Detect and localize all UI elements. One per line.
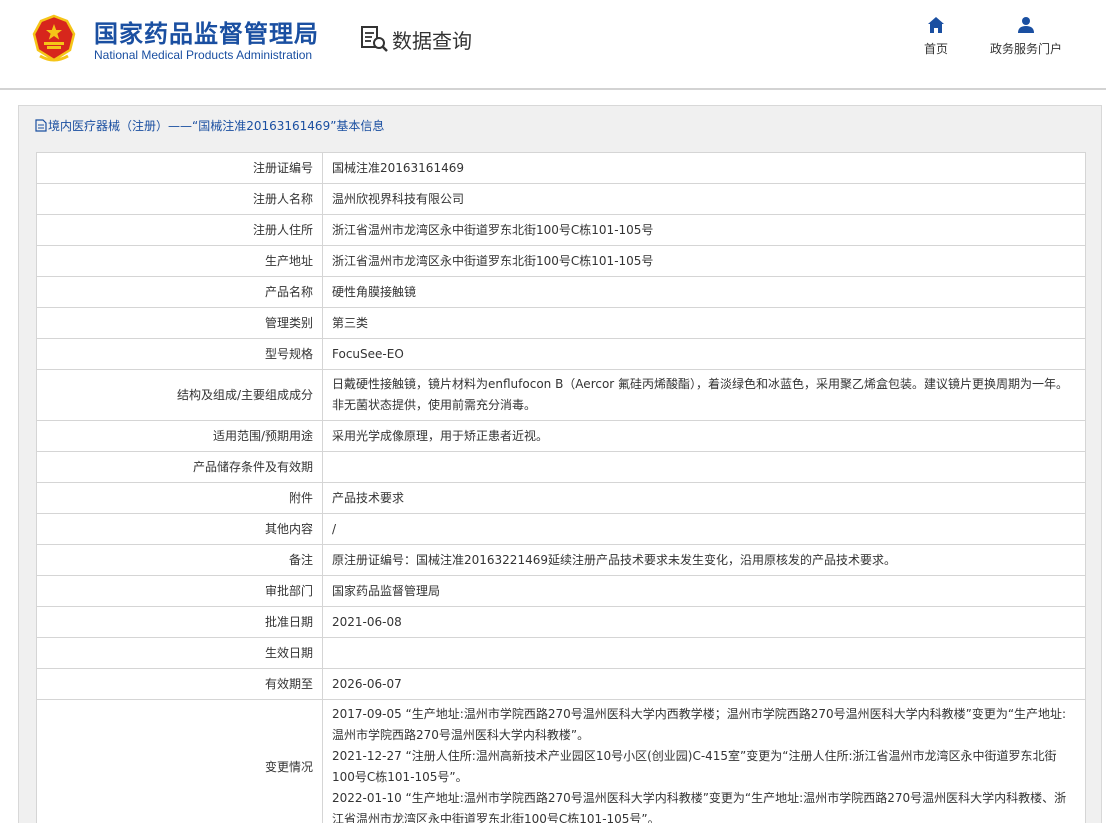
nav-portal-label: 政务服务门户 [989,42,1062,56]
document-icon [35,119,47,132]
row-label: 结构及组成/主要组成成分 [36,369,323,421]
row-value: 采用光学成像原理，用于矫正患者近视。 [322,420,1086,452]
national-emblem-icon [32,14,76,62]
table-row: 结构及组成/主要组成成分 日戴硬性接触镜，镜片材料为enflufocon B（A… [36,369,1086,421]
row-value: 温州欣视界科技有限公司 [322,183,1086,215]
row-label: 审批部门 [36,575,323,607]
document-search-icon [361,26,388,52]
row-label: 其他内容 [36,513,323,545]
row-value [322,637,1086,669]
detail-panel: 境内医疗器械（注册）——“国械注准20163161469”基本信息 注册证编号 … [18,105,1102,823]
row-value: / [322,513,1086,545]
panel-title-text: 境内医疗器械（注册）——“国械注准20163161469”基本信息 [48,119,385,133]
table-row: 批准日期 2021-06-08 [36,606,1086,638]
nav-home[interactable]: 首页 [920,16,952,57]
table-row: 注册人名称 温州欣视界科技有限公司 [36,183,1086,215]
header-divider [0,88,1106,90]
user-icon [1018,17,1034,33]
row-label: 注册人名称 [36,183,323,215]
table-row: 有效期至 2026-06-07 [36,668,1086,700]
row-label: 注册人住所 [36,214,323,246]
row-value [322,451,1086,483]
row-label: 注册证编号 [36,152,323,184]
row-value: 日戴硬性接触镜，镜片材料为enflufocon B（Aercor 氟硅丙烯酸酯）… [322,369,1086,421]
site-title-cn: 国家药品监督管理局 [94,20,319,48]
table-row: 生产地址 浙江省温州市龙湾区永中街道罗东北街100号C栋101-105号 [36,245,1086,277]
table-row: 型号规格 FocuSee-EO [36,338,1086,370]
row-value: 第三类 [322,307,1086,339]
row-value: 原注册证编号：国械注准20163221469延续注册产品技术要求未发生变化，沿用… [322,544,1086,576]
row-label: 产品储存条件及有效期 [36,451,323,483]
row-value: 浙江省温州市龙湾区永中街道罗东北街100号C栋101-105号 [322,214,1086,246]
panel-title: 境内医疗器械（注册）——“国械注准20163161469”基本信息 [35,117,384,134]
table-row: 产品名称 硬性角膜接触镜 [36,276,1086,308]
change-entry: 2017-09-05 “生产地址:温州市学院西路270号温州医科大学内西教学楼；… [332,707,1067,742]
nav-home-label: 首页 [923,42,948,56]
row-label: 附件 [36,482,323,514]
change-entry: 2022-01-10 “生产地址:温州市学院西路270号温州医科大学内科教楼”变… [332,791,1067,823]
row-value: FocuSee-EO [322,338,1086,370]
row-label: 生产地址 [36,245,323,277]
table-row: 变更情况 2017-09-05 “生产地址:温州市学院西路270号温州医科大学内… [36,699,1086,823]
home-icon [928,17,944,33]
registration-info-table: 注册证编号 国械注准20163161469 注册人名称 温州欣视界科技有限公司 … [36,152,1086,823]
site-title-en: National Medical Products Administration [94,48,313,62]
table-row: 适用范围/预期用途 采用光学成像原理，用于矫正患者近视。 [36,420,1086,452]
row-label: 适用范围/预期用途 [36,420,323,452]
data-query-heading: 数据查询 [360,24,472,54]
change-entry: 2021-12-27 “注册人住所:温州高新技术产业园区10号小区(创业园)C-… [332,749,1057,784]
row-value: 产品技术要求 [322,482,1086,514]
row-value: 国械注准20163161469 [322,152,1086,184]
table-row: 注册人住所 浙江省温州市龙湾区永中街道罗东北街100号C栋101-105号 [36,214,1086,246]
row-label: 产品名称 [36,276,323,308]
change-history: 2017-09-05 “生产地址:温州市学院西路270号温州医科大学内西教学楼；… [322,699,1086,823]
table-row: 生效日期 [36,637,1086,669]
table-row: 管理类别 第三类 [36,307,1086,339]
row-value: 2021-06-08 [322,606,1086,638]
row-label: 变更情况 [36,699,323,823]
row-value: 硬性角膜接触镜 [322,276,1086,308]
nav-gov-service-portal[interactable]: 政务服务门户 [984,16,1068,57]
site-header: 国家药品监督管理局 National Medical Products Admi… [0,0,1106,90]
row-value: 浙江省温州市龙湾区永中街道罗东北街100号C栋101-105号 [322,245,1086,277]
row-label: 有效期至 [36,668,323,700]
row-label: 备注 [36,544,323,576]
data-query-title: 数据查询 [392,28,472,53]
row-label: 批准日期 [36,606,323,638]
row-label: 管理类别 [36,307,323,339]
table-row: 备注 原注册证编号：国械注准20163221469延续注册产品技术要求未发生变化… [36,544,1086,576]
table-row: 附件 产品技术要求 [36,482,1086,514]
table-row: 审批部门 国家药品监督管理局 [36,575,1086,607]
row-label: 生效日期 [36,637,323,669]
table-row: 产品储存条件及有效期 [36,451,1086,483]
row-label: 型号规格 [36,338,323,370]
table-row: 注册证编号 国械注准20163161469 [36,152,1086,184]
row-value: 2026-06-07 [322,668,1086,700]
row-value: 国家药品监督管理局 [322,575,1086,607]
table-row: 其他内容 / [36,513,1086,545]
